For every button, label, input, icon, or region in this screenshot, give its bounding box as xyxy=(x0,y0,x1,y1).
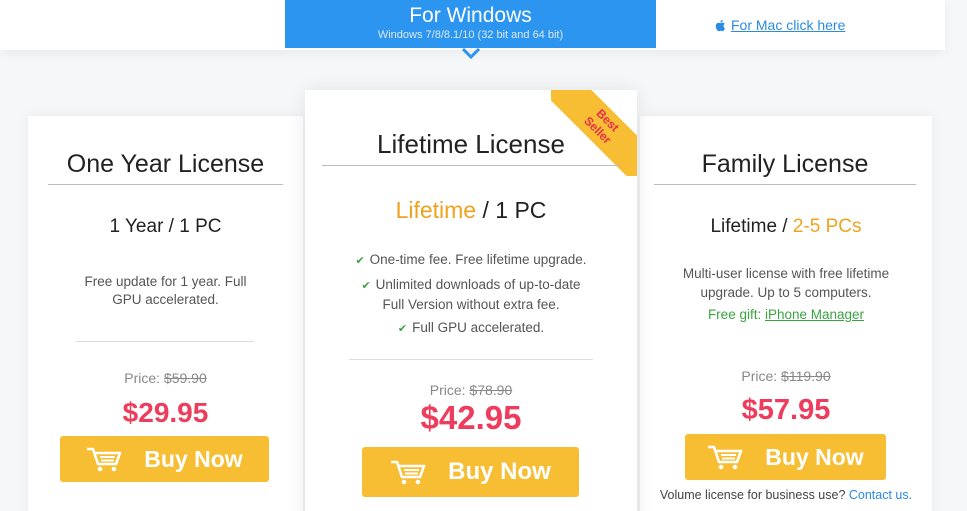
buy-now-button[interactable]: Buy Now xyxy=(60,436,269,482)
plan-description: Free update for 1 year. Full GPU accelera… xyxy=(84,274,247,307)
mac-link-label: For Mac click here xyxy=(731,17,846,33)
plan-title: Lifetime License xyxy=(322,129,620,166)
divider xyxy=(76,341,254,342)
plan-title: One Year License xyxy=(48,149,283,185)
buy-now-label: Buy Now xyxy=(765,443,864,470)
volume-license-note: Volume license for business use? Contact… xyxy=(659,488,913,502)
old-price: Price: $59.90 xyxy=(124,370,207,386)
windows-tab-title: For Windows xyxy=(409,4,532,27)
cart-icon xyxy=(708,445,743,470)
buy-now-label: Buy Now xyxy=(448,458,551,485)
check-icon: ✔ xyxy=(355,255,365,267)
windows-tab[interactable]: For Windows Windows 7/8/8.1/10 (32 bit a… xyxy=(285,0,656,48)
check-icon: ✔ xyxy=(361,280,371,292)
divider xyxy=(349,359,593,360)
buy-now-label: Buy Now xyxy=(144,445,243,472)
cart-icon xyxy=(391,460,426,485)
plan-card-family: Family License Lifetime / 2-5 PCs Multi-… xyxy=(640,116,932,511)
apple-icon xyxy=(715,19,725,31)
feature-item: ✔ Unlimited downloads of up-to-date Full … xyxy=(361,277,581,312)
plan-title: Family License xyxy=(654,149,916,185)
cart-icon xyxy=(87,447,122,472)
feature-list: ✔ One-time fee. Free lifetime upgrade. ✔ U… xyxy=(305,248,637,341)
plan-term: 1 Year / 1 PC xyxy=(109,216,222,237)
feature-item: ✔ One-time fee. Free lifetime upgrade. xyxy=(355,252,587,267)
check-icon: ✔ xyxy=(397,323,408,335)
plan-term: Lifetime / 1 PC xyxy=(395,197,547,223)
windows-tab-subtitle: Windows 7/8/8.1/10 (32 bit and 64 bit) xyxy=(377,29,564,41)
feature-item: ✔ Full GPU accelerated. xyxy=(397,320,545,335)
price: $57.95 xyxy=(741,394,831,426)
plan-card-one-year: One Year License 1 Year / 1 PC Free upda… xyxy=(28,116,303,511)
buy-now-button[interactable]: Buy Now xyxy=(685,434,886,480)
platform-bar: For Windows Windows 7/8/8.1/10 (32 bit a… xyxy=(0,0,945,50)
free-gift: Free gift: iPhone Manager xyxy=(707,307,865,322)
buy-now-button[interactable]: Buy Now xyxy=(362,447,579,497)
price: $29.95 xyxy=(122,397,209,428)
plan-term: Lifetime / 2-5 PCs xyxy=(710,216,862,237)
price: $42.95 xyxy=(420,399,522,436)
plan-description: Multi-user license with free lifetime upg… xyxy=(682,266,890,300)
contact-us-link[interactable]: Contact us. xyxy=(849,488,912,502)
iphone-manager-link[interactable]: iPhone Manager xyxy=(765,307,864,322)
chevron-down-icon xyxy=(461,48,481,60)
plan-card-lifetime: Best Seller Lifetime License Lifetime / 1… xyxy=(305,90,637,511)
old-price: Price: $119.90 xyxy=(741,368,831,384)
mac-link[interactable]: For Mac click here xyxy=(714,17,845,33)
old-price: Price: $78.90 xyxy=(429,382,513,398)
